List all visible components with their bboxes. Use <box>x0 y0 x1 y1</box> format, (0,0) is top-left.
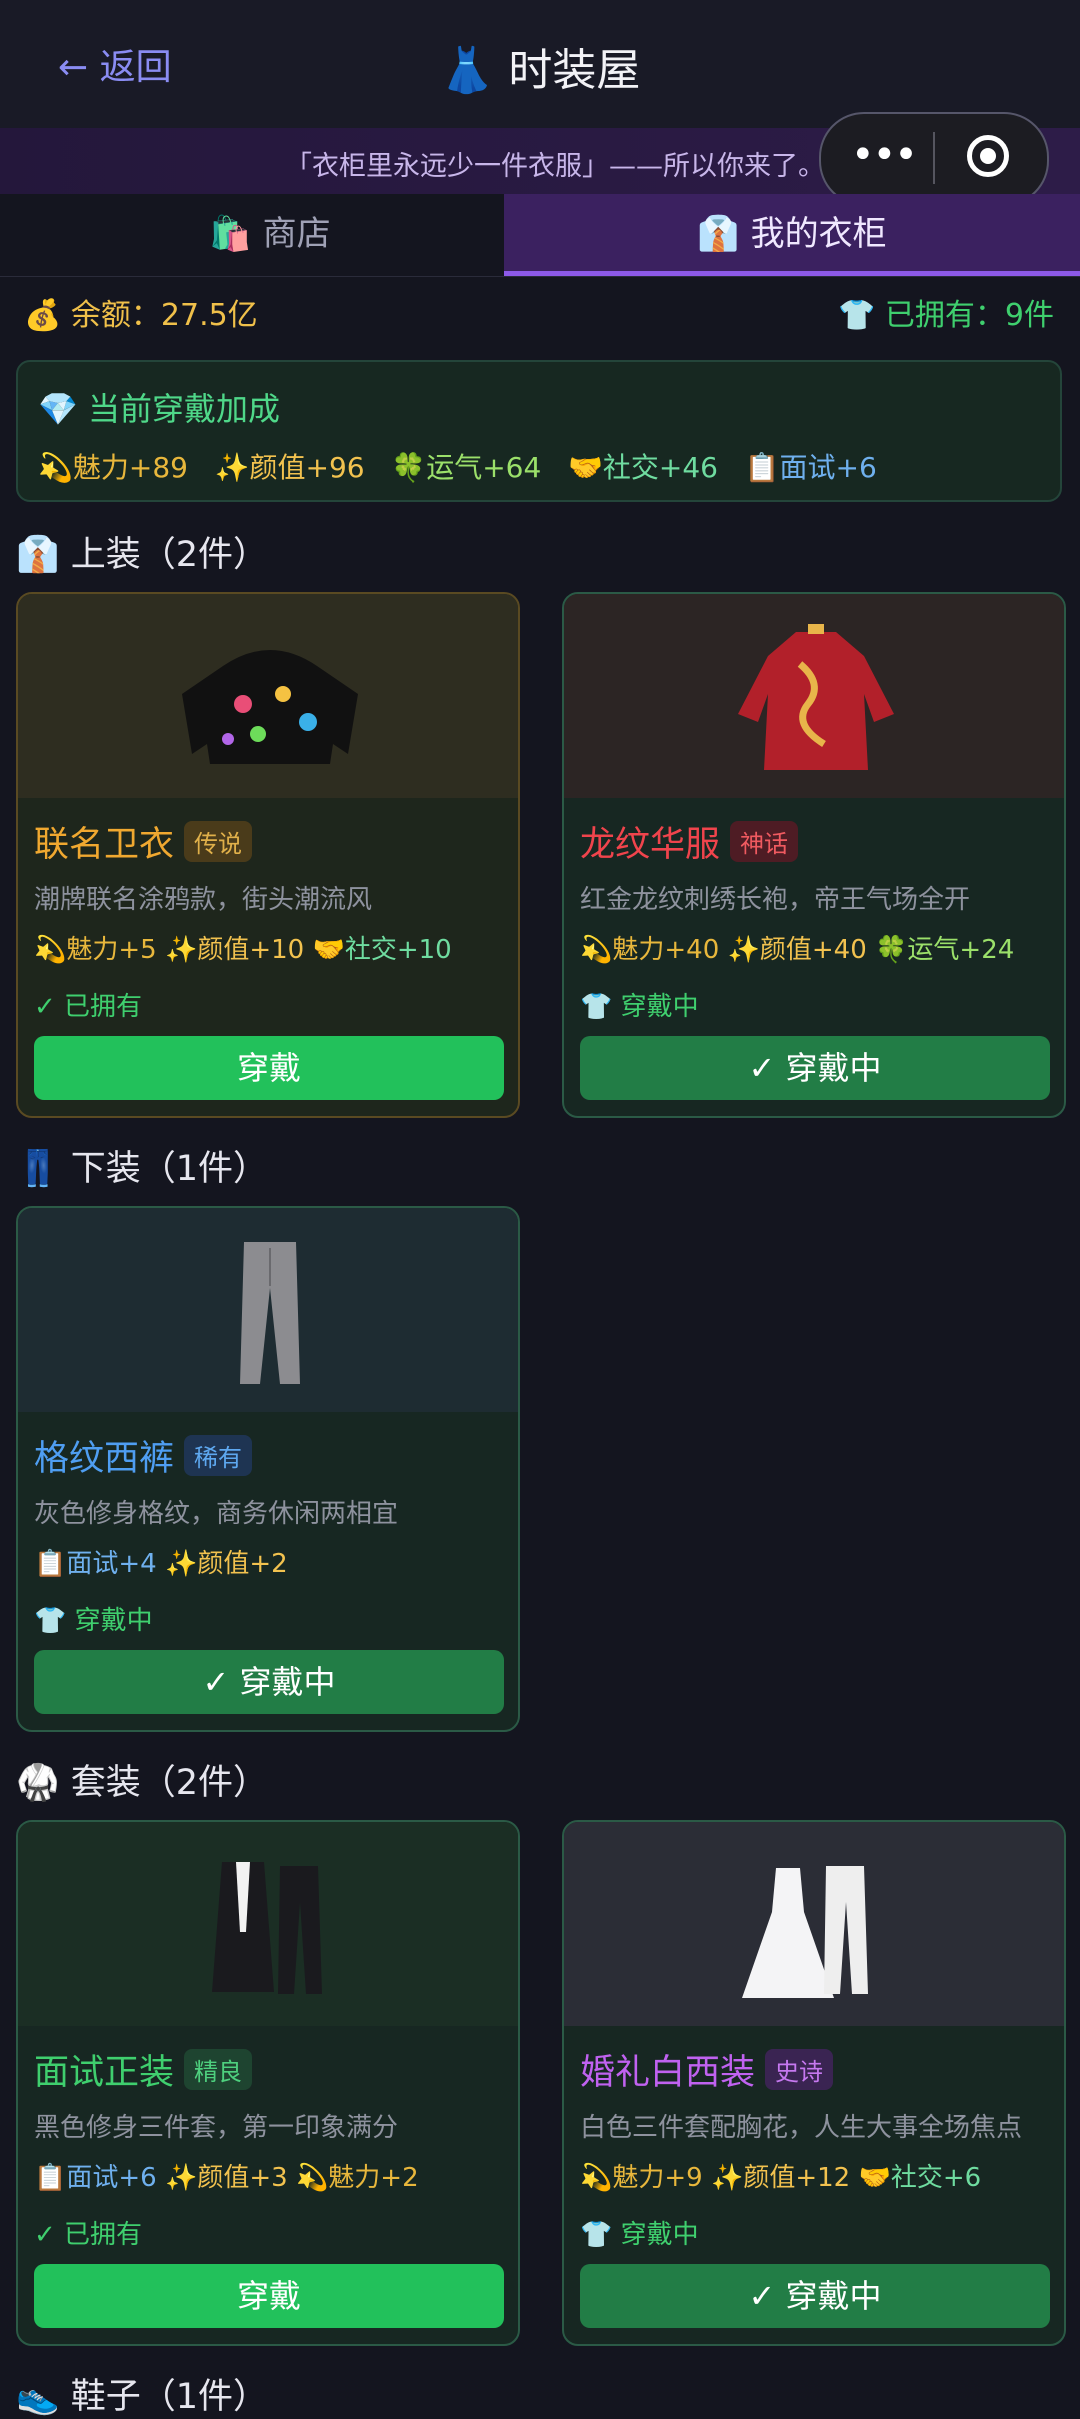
attr-charm: 💫魅力+9 <box>580 2163 703 2193</box>
item-card-hoodie[interactable]: 联名卫衣 传说 潮牌联名涂鸦款，街头潮流风 💫魅力+5 ✨颜值+10 🤝社交+10… <box>16 592 520 1118</box>
item-desc: 灰色修身格纹，商务休闲两相宜 <box>34 1499 399 1529</box>
attr-looks: ✨颜值+2 <box>164 1549 288 1579</box>
section-bottoms: 👖 下装（1件） <box>16 1149 268 1189</box>
more-icon[interactable]: ••• <box>851 132 918 178</box>
item-desc: 红金龙纹刺绣长袍，帝王气场全开 <box>580 885 971 915</box>
item-name-text: 婚礼白西装 <box>580 2053 756 2093</box>
tab-bar: 🛍️ 商店 👔 我的衣柜 <box>0 194 1080 277</box>
attr-looks: ✨颜值+40 <box>727 935 867 965</box>
item-status: 👕 穿戴中 <box>34 1606 153 1636</box>
item-desc: 潮牌联名涂鸦款，街头潮流风 <box>34 885 373 915</box>
rarity-badge: 史诗 <box>765 2049 834 2090</box>
section-suits: 🥋 套装（2件） <box>16 1763 268 1803</box>
item-name-text: 龙纹华服 <box>580 825 721 865</box>
item-attrs: 📋面试+4 ✨颜值+2 <box>34 1543 288 1580</box>
item-image-dragon-robe <box>564 594 1064 798</box>
rarity-badge: 神话 <box>730 821 799 862</box>
item-status: 👕 穿戴中 <box>580 992 699 1022</box>
item-image-hoodie <box>18 594 518 798</box>
attr-looks: ✨颜值+3 <box>164 2163 288 2193</box>
mini-program-capsule: ••• <box>819 112 1049 206</box>
item-name-text: 面试正装 <box>34 2053 175 2093</box>
bonus-charm: 💫魅力+89 <box>38 451 188 484</box>
attr-social: 🤝社交+6 <box>858 2163 982 2193</box>
item-image-interview-suit <box>18 1822 518 2026</box>
item-attrs: 💫魅力+5 ✨颜值+10 🤝社交+10 <box>34 929 452 966</box>
item-name-text: 联名卫衣 <box>34 825 175 865</box>
section-shoes: 👟 鞋子（1件） <box>16 2377 268 2417</box>
section-tops: 👔 上装（2件） <box>16 535 268 575</box>
balance-text: 💰 余额：27.5亿 <box>24 298 258 333</box>
item-attrs: 💫魅力+9 ✨颜值+12 🤝社交+6 <box>580 2157 981 2194</box>
wearing-button[interactable]: ✓ 穿戴中 <box>580 2264 1050 2328</box>
bonus-title: 💎 当前穿戴加成 <box>38 390 281 428</box>
attr-luck: 🍀运气+24 <box>875 935 1015 965</box>
top-bar: ← 返回 👗 时装屋 <box>0 0 1080 129</box>
attr-interview: 📋面试+4 <box>34 1549 157 1579</box>
wearing-button[interactable]: ✓ 穿戴中 <box>34 1650 504 1714</box>
item-desc: 白色三件套配胸花，人生大事全场焦点 <box>580 2113 1023 2143</box>
attr-social: 🤝社交+10 <box>312 935 452 965</box>
item-status: ✓ 已拥有 <box>34 2220 143 2250</box>
attr-looks: ✨颜值+12 <box>710 2163 851 2193</box>
item-name: 面试正装 精良 <box>34 2044 253 2095</box>
wear-button[interactable]: 穿戴 <box>34 1036 504 1100</box>
item-name: 联名卫衣 传说 <box>34 816 253 867</box>
item-attrs: 💫魅力+40 ✨颜值+40 🍀运气+24 <box>580 929 1014 966</box>
item-card-plaid-trousers[interactable]: 格纹西裤 稀有 灰色修身格纹，商务休闲两相宜 📋面试+4 ✨颜值+2 👕 穿戴中 … <box>16 1206 520 1732</box>
bonus-luck: 🍀运气+64 <box>391 451 542 484</box>
page-title: 👗 时装屋 <box>439 45 641 96</box>
bonus-looks: ✨颜值+96 <box>214 451 365 484</box>
item-image-wedding-suit <box>564 1822 1064 2026</box>
item-name-text: 格纹西裤 <box>34 1439 175 1479</box>
owned-count: 👕 已拥有：9件 <box>838 298 1054 333</box>
wear-bonus-panel: 💎 当前穿戴加成 💫魅力+89 ✨颜值+96 🍀运气+64 🤝社交+46 📋面试… <box>16 360 1062 502</box>
capsule-divider <box>933 132 935 184</box>
attr-charm: 💫魅力+5 <box>34 935 157 965</box>
attr-interview: 📋面试+6 <box>34 2163 157 2193</box>
item-status: 👕 穿戴中 <box>580 2220 699 2250</box>
item-image-plaid-trousers <box>18 1208 518 1412</box>
rarity-badge: 精良 <box>184 2049 253 2090</box>
wear-button[interactable]: 穿戴 <box>34 2264 504 2328</box>
bonus-list: 💫魅力+89 ✨颜值+96 🍀运气+64 🤝社交+46 📋面试+6 <box>38 446 877 486</box>
item-card-wedding-suit[interactable]: 婚礼白西装 史诗 白色三件套配胸花，人生大事全场焦点 💫魅力+9 ✨颜值+12 🤝… <box>562 1820 1066 2346</box>
tab-shop[interactable]: 🛍️ 商店 <box>0 194 540 276</box>
item-name: 龙纹华服 神话 <box>580 816 799 867</box>
rarity-badge: 传说 <box>184 821 253 862</box>
attr-charm: 💫魅力+40 <box>580 935 720 965</box>
item-name: 婚礼白西装 史诗 <box>580 2044 834 2095</box>
item-attrs: 📋面试+6 ✨颜值+3 💫魅力+2 <box>34 2157 419 2194</box>
tab-wardrobe[interactable]: 👔 我的衣柜 <box>504 194 1080 276</box>
quote-text: 「衣柜里永远少一件衣服」——所以你来了。 <box>285 151 825 182</box>
item-card-dragon-robe[interactable]: 龙纹华服 神话 红金龙纹刺绣长袍，帝王气场全开 💫魅力+40 ✨颜值+40 🍀运气… <box>562 592 1066 1118</box>
item-card-interview-suit[interactable]: 面试正装 精良 黑色修身三件套，第一印象满分 📋面试+6 ✨颜值+3 💫魅力+2 … <box>16 1820 520 2346</box>
wearing-button[interactable]: ✓ 穿戴中 <box>580 1036 1050 1100</box>
close-target-icon[interactable] <box>967 135 1009 177</box>
item-desc: 黑色修身三件套，第一印象满分 <box>34 2113 399 2143</box>
bonus-social: 🤝社交+46 <box>568 451 718 484</box>
item-status: ✓ 已拥有 <box>34 992 143 1022</box>
bonus-interview: 📋面试+6 <box>744 451 877 484</box>
attr-charm: 💫魅力+2 <box>295 2163 419 2193</box>
attr-looks: ✨颜值+10 <box>164 935 305 965</box>
item-name: 格纹西裤 稀有 <box>34 1430 253 1481</box>
rarity-badge: 稀有 <box>184 1435 253 1476</box>
